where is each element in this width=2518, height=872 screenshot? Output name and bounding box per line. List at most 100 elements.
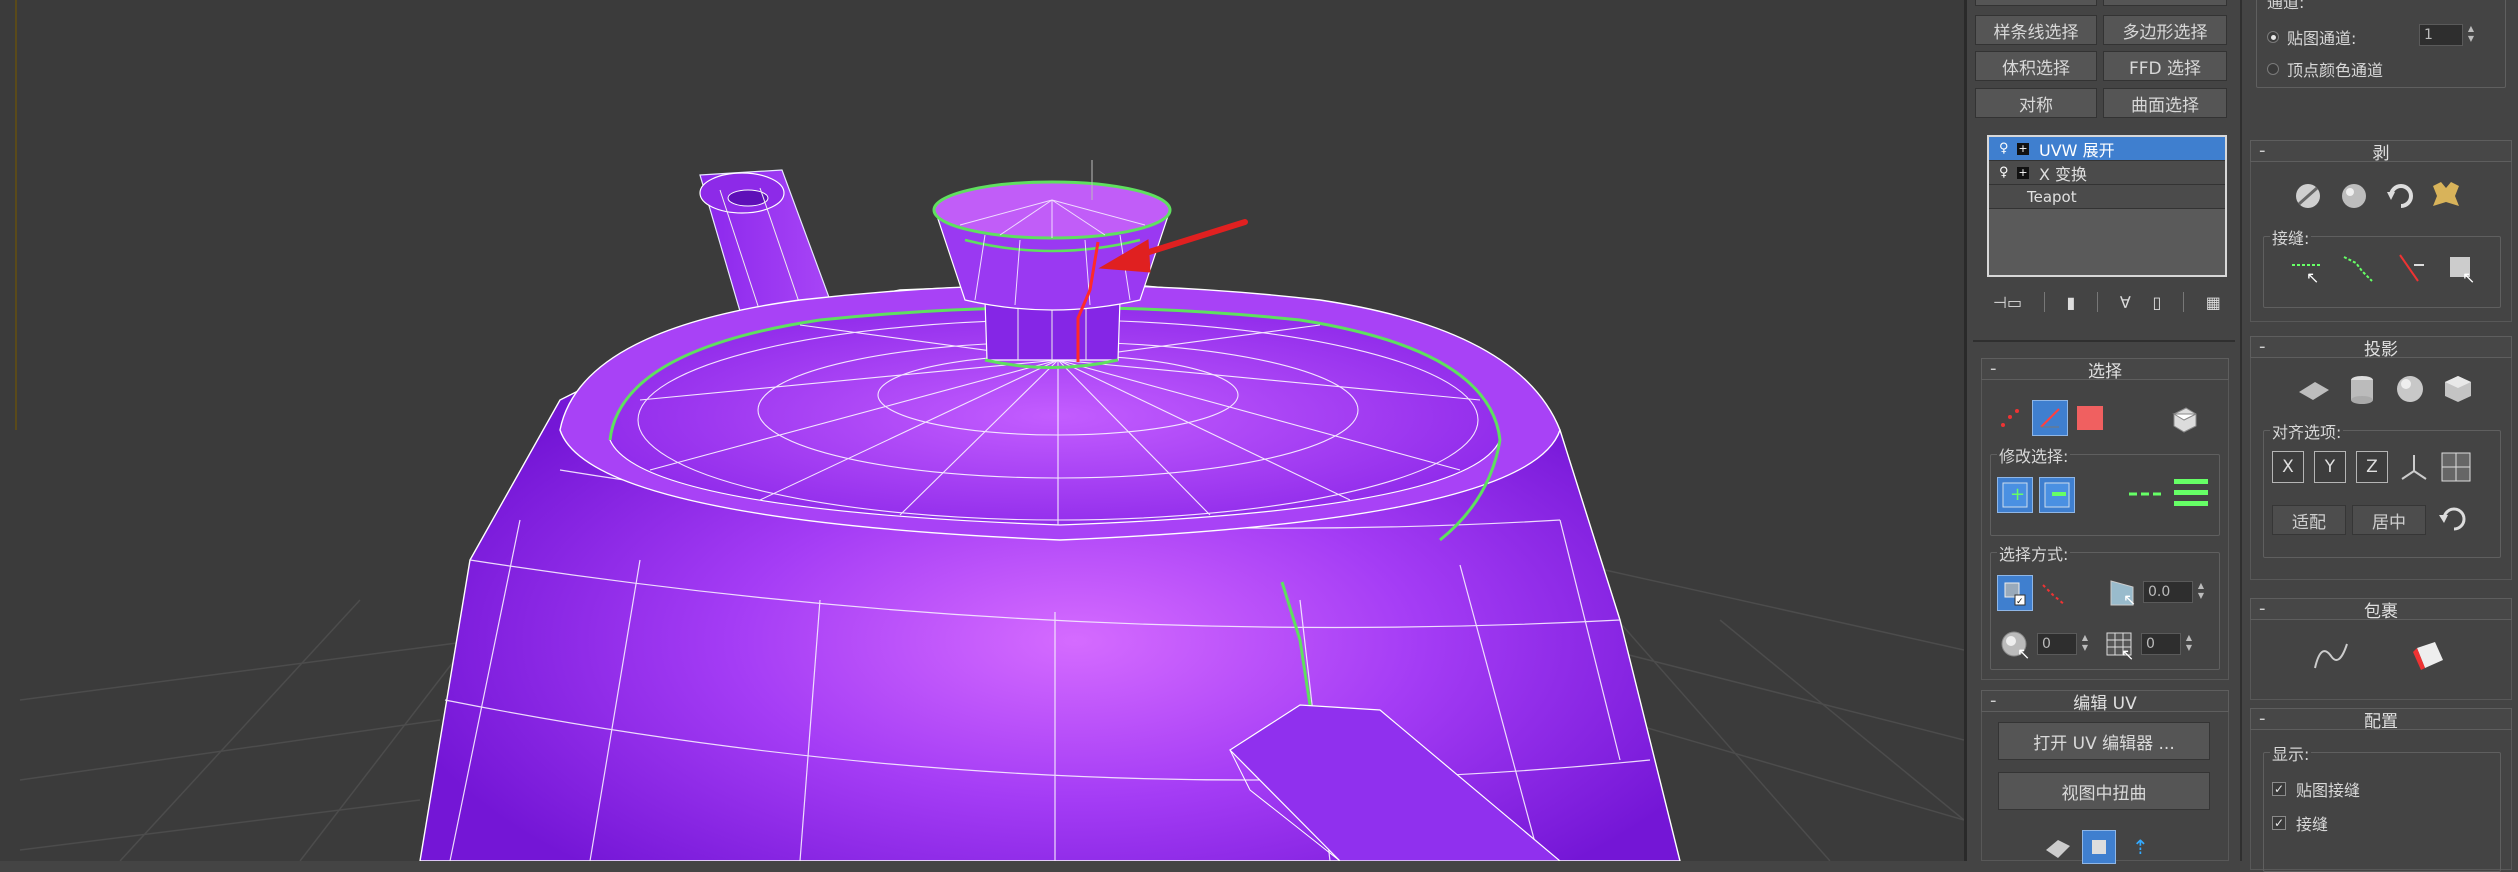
projection-rollout-header[interactable]: - 投影 [2250, 336, 2512, 360]
polygon-select-icon[interactable] [2072, 400, 2108, 436]
tweak-in-view-button[interactable]: 视图中扭曲 [1998, 772, 2210, 810]
collapse-icon: - [2259, 336, 2266, 357]
stack-item-label: Teapot [2027, 187, 2077, 206]
rollout-title: 投影 [2364, 339, 2398, 360]
symmetry-button[interactable]: 对称 [1975, 88, 2097, 118]
quick-planar-map-icon[interactable] [2042, 830, 2072, 860]
vertex-color-row[interactable]: 顶点颜色通道 [2267, 57, 2383, 81]
cut-off-button-right[interactable] [2103, 0, 2227, 6]
align-to-view-icon[interactable]: ⇡ [2126, 830, 2156, 860]
spline-map-icon[interactable] [2311, 638, 2351, 678]
map-seams-row[interactable]: ✓ 贴图接缝 [2272, 777, 2360, 801]
vertex-select-icon[interactable] [1992, 400, 2028, 436]
pin-stack-icon[interactable]: ⊣▭ [1993, 293, 2022, 312]
remove-modifier-icon[interactable]: ▯ [2153, 293, 2162, 312]
select-by-grid-icon[interactable]: ↖ [2103, 627, 2137, 665]
align-z-button[interactable]: Z [2356, 451, 2388, 483]
show-end-result-icon[interactable]: ▮ [2067, 293, 2076, 312]
svg-text:↖: ↖ [2121, 645, 2134, 661]
cut-off-button-left[interactable] [1975, 0, 2097, 6]
stack-item-uvw-unwrap[interactable]: ♀ + UVW 展开 [1989, 137, 2225, 161]
spinner-arrows-icon[interactable]: ▲ ▼ [2465, 24, 2477, 46]
light-bulb-icon[interactable]: ♀ [1999, 165, 2017, 180]
light-bulb-icon[interactable]: ♀ [1999, 141, 2017, 156]
edit-uv-rollout-header[interactable]: - 编辑 UV [1981, 690, 2229, 714]
surface-select-button[interactable]: 曲面选择 [2103, 88, 2227, 118]
spinner-arrows-icon[interactable]: ▲ ▼ [2195, 581, 2207, 603]
pelt-map-icon[interactable] [2429, 178, 2463, 212]
box-map-icon[interactable] [2441, 372, 2475, 406]
align-x-button[interactable]: X [2272, 451, 2304, 483]
spinner-arrows-icon[interactable]: ▲ ▼ [2079, 633, 2091, 655]
ffd-select-button[interactable]: FFD 选择 [2103, 51, 2227, 81]
viewport[interactable] [0, 0, 1964, 861]
map-channel-radio[interactable] [2267, 31, 2279, 43]
unfold-mapping-icon[interactable] [2383, 178, 2417, 212]
seams-checkbox[interactable]: ✓ [2272, 816, 2286, 830]
configure-modifier-sets-icon[interactable]: ▦ [2206, 293, 2221, 312]
quick-peel-icon[interactable] [2082, 830, 2116, 864]
center-button[interactable]: 居中 [2352, 505, 2426, 535]
align-y-button[interactable]: Y [2314, 451, 2346, 483]
vertex-color-radio[interactable] [2267, 63, 2279, 75]
vertex-color-label: 顶点颜色通道 [2287, 61, 2384, 80]
planar-angle-icon[interactable]: ↖ [2107, 577, 2139, 613]
map-seams-checkbox[interactable]: ✓ [2272, 782, 2286, 796]
select-by-element-uv-icon[interactable]: ✓ [1997, 575, 2033, 611]
collapse-icon: - [2259, 708, 2266, 729]
make-unique-icon[interactable]: ∀ [2120, 293, 2131, 312]
wrap-rollout-body [2250, 620, 2512, 700]
threshold-input-a[interactable]: 0 [2037, 633, 2077, 655]
spinner-arrows-icon[interactable]: ▲ ▼ [2183, 633, 2195, 655]
best-align-icon[interactable] [2398, 451, 2430, 483]
edge-select-icon[interactable] [2032, 400, 2068, 436]
teapot-scene[interactable] [0, 0, 1964, 861]
shrink-selection-icon[interactable] [2039, 477, 2075, 513]
volume-select-button[interactable]: 体积选择 [1975, 51, 2097, 81]
open-uv-editor-button[interactable]: 打开 UV 编辑器 ... [1998, 722, 2210, 760]
peel-mode-icon[interactable] [2291, 178, 2325, 212]
point-to-point-seams-icon[interactable]: ↖ [2290, 251, 2324, 287]
spline-select-button[interactable]: 样条线选择 [1975, 15, 2097, 45]
ring-selection-icon[interactable] [2127, 479, 2167, 513]
expand-plus-icon[interactable]: + [2017, 166, 2029, 179]
stack-item-xform[interactable]: ♀ + X 变换 [1989, 161, 2225, 185]
expand-plus-icon[interactable]: + [2017, 142, 2029, 155]
stack-item-teapot[interactable]: Teapot [1989, 185, 2225, 209]
spherical-map-icon[interactable] [2393, 372, 2427, 406]
collapse-icon: - [1990, 358, 1997, 379]
threshold-input-b[interactable]: 0 [2141, 633, 2181, 655]
grow-selection-icon[interactable]: + [1997, 477, 2033, 513]
collapse-icon: - [1990, 690, 1997, 711]
poly-select-button[interactable]: 多边形选择 [2103, 15, 2227, 45]
fit-button[interactable]: 适配 [2272, 505, 2346, 535]
expand-seams-icon[interactable]: ↖ [2446, 251, 2480, 287]
peel-rollout-header[interactable]: - 剥 [2250, 140, 2512, 164]
align-options-group: 对齐选项: X Y Z 适配 居中 [2263, 419, 2501, 558]
wrap-rollout-header[interactable]: - 包裹 [2250, 598, 2512, 622]
map-channel-input[interactable]: 1 [2419, 24, 2463, 46]
unwrap-strip-icon[interactable] [2411, 638, 2447, 678]
svg-text:↖: ↖ [2017, 644, 2030, 661]
reset-projection-icon[interactable] [2436, 503, 2470, 541]
select-edge-loop-icon[interactable] [2039, 579, 2069, 613]
seams-row[interactable]: ✓ 接缝 [2272, 811, 2328, 835]
group-label: 选择方式: [1997, 541, 2071, 565]
selection-rollout-header[interactable]: - 选择 [1981, 358, 2229, 382]
planar-angle-input[interactable]: 0.0 [2143, 581, 2193, 603]
reset-peel-icon[interactable] [2337, 178, 2371, 212]
planar-map-icon[interactable] [2297, 372, 2331, 406]
config-rollout-header[interactable]: - 配置 [2250, 708, 2512, 732]
view-align-icon[interactable] [2440, 451, 2472, 483]
map-channel-row[interactable]: 贴图通道: [2267, 25, 2356, 49]
svg-text:↖: ↖ [2123, 590, 2136, 609]
modify-panel: 样条线选择 多边形选择 体积选择 FFD 选择 对称 曲面选择 ♀ + UVW … [1964, 0, 2240, 864]
edge-sel-to-seams-icon[interactable] [2342, 251, 2376, 285]
collapse-icon: - [2259, 140, 2266, 161]
loop-selection-icon[interactable] [2171, 473, 2211, 517]
modifier-stack[interactable]: ♀ + UVW 展开 ♀ + X 变换 Teapot [1987, 135, 2227, 277]
seams-to-edge-sel-icon[interactable] [2394, 251, 2428, 285]
cylindrical-map-icon[interactable] [2345, 372, 2379, 406]
ignore-backfacing-icon[interactable]: ↖ [1999, 627, 2033, 665]
element-select-icon[interactable] [2166, 400, 2202, 436]
